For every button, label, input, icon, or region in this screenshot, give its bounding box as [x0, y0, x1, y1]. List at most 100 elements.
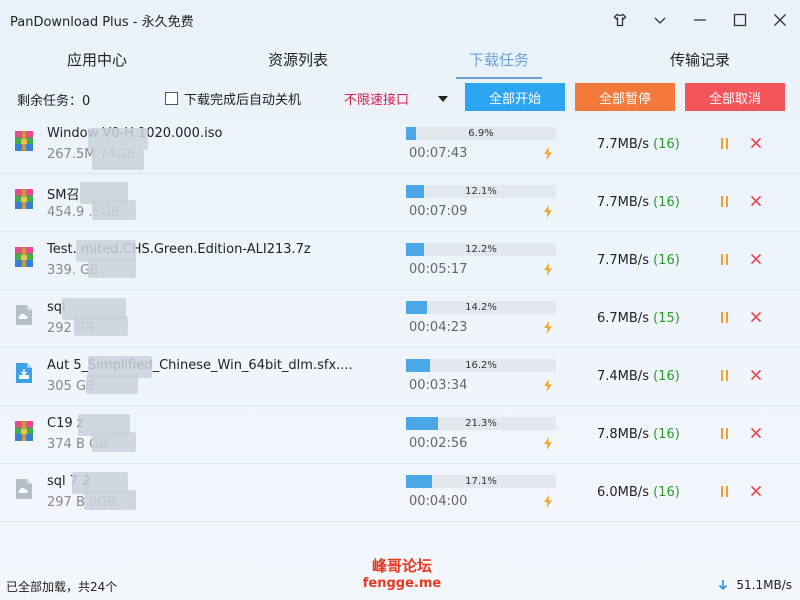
tab-resource-list[interactable]: 资源列表	[258, 44, 338, 78]
task-connections: (16)	[653, 485, 680, 500]
tab-transfer-history[interactable]: 传输记录	[660, 44, 740, 78]
watermark-line2: fengge.me	[362, 576, 442, 591]
pause-icon[interactable]	[721, 138, 731, 149]
tab-app-center[interactable]: 应用中心	[57, 44, 137, 78]
tab-download-tasks[interactable]: 下载任务	[456, 44, 542, 79]
privacy-blur	[88, 258, 136, 278]
load-status: 已全部加载，共24个	[6, 580, 118, 594]
lightning-icon	[544, 263, 552, 276]
installer-file-icon	[14, 362, 34, 384]
task-connections: (16)	[653, 253, 680, 268]
pause-icon[interactable]	[721, 428, 731, 439]
cancel-task-icon[interactable]	[750, 427, 762, 439]
maximize-button[interactable]	[720, 0, 760, 40]
cancel-task-icon[interactable]	[750, 253, 762, 265]
total-speed: 51.1MB/s	[718, 578, 792, 592]
task-progress-percent: 17.1%	[465, 476, 497, 487]
task-speed: 6.0MB/s (16)	[597, 485, 680, 500]
task-speed: 6.7MB/s (15)	[597, 311, 680, 326]
task-remaining-time: 00:02:56	[409, 436, 468, 451]
start-all-button[interactable]: 全部开始	[465, 83, 565, 111]
pause-icon[interactable]	[721, 486, 731, 497]
cancel-task-icon[interactable]	[750, 311, 762, 323]
task-connections: (16)	[653, 195, 680, 210]
auto-shutdown-checkbox[interactable]	[165, 92, 178, 105]
task-progress-percent: 12.1%	[465, 186, 497, 197]
winrar-archive-icon	[14, 130, 34, 152]
privacy-blur	[92, 200, 136, 220]
remaining-tasks: 剩余任务：0	[17, 94, 91, 109]
privacy-blur	[84, 490, 136, 510]
task-file-name: SM召	[47, 188, 80, 203]
download-arrow-icon	[719, 580, 728, 591]
task-progress-percent: 16.2%	[465, 360, 497, 371]
menu-button[interactable]	[640, 0, 680, 40]
task-progress-percent: 21.3%	[465, 418, 497, 429]
cancel-all-button[interactable]: 全部取消	[685, 83, 785, 111]
task-speed-value: 7.7MB/s	[597, 137, 649, 152]
task-connections: (15)	[653, 311, 680, 326]
task-remaining-time: 00:07:43	[409, 146, 468, 161]
task-speed-value: 7.8MB/s	[597, 427, 649, 442]
pause-icon[interactable]	[721, 312, 731, 323]
task-progress-percent: 12.2%	[465, 244, 497, 255]
cancel-task-icon[interactable]	[750, 137, 762, 149]
lightning-icon	[544, 147, 552, 160]
cancel-task-icon[interactable]	[750, 195, 762, 207]
watermark: 峰哥论坛 fengge.me	[362, 558, 442, 592]
lightning-icon	[544, 205, 552, 218]
task-speed: 7.4MB/s (16)	[597, 369, 680, 384]
winrar-archive-icon	[14, 420, 34, 442]
lightning-icon	[544, 321, 552, 334]
pause-all-button[interactable]: 全部暂停	[575, 83, 675, 111]
privacy-blur	[86, 374, 138, 394]
task-remaining-time: 00:07:09	[409, 204, 468, 219]
pause-icon[interactable]	[721, 196, 731, 207]
minimize-button[interactable]	[680, 0, 720, 40]
cancel-task-icon[interactable]	[750, 369, 762, 381]
task-progress-percent: 6.9%	[468, 128, 494, 139]
task-remaining-time: 00:04:00	[409, 494, 468, 509]
privacy-blur	[92, 432, 136, 452]
pause-icon[interactable]	[721, 254, 731, 265]
shirt-icon	[613, 13, 627, 27]
task-speed-value: 7.7MB/s	[597, 253, 649, 268]
winrar-archive-icon	[14, 188, 34, 210]
lightning-icon	[544, 437, 552, 450]
task-speed: 7.7MB/s (16)	[597, 253, 680, 268]
title-bar: PanDownload Plus - 永久免费	[0, 0, 800, 40]
speed-interface-select[interactable]: 不限速接口	[344, 89, 448, 108]
app-title: PanDownload Plus - 永久免费	[10, 15, 194, 30]
task-connections: (16)	[653, 427, 680, 442]
cloud-file-icon	[14, 304, 34, 326]
skin-button[interactable]	[600, 0, 640, 40]
privacy-blur	[88, 128, 148, 150]
lightning-icon	[544, 379, 552, 392]
task-connections: (16)	[653, 137, 680, 152]
cloud-file-icon	[14, 478, 34, 500]
total-speed-value: 51.1MB/s	[736, 578, 792, 592]
auto-shutdown-label: 下载完成后自动关机	[184, 93, 302, 108]
chevron-down-icon	[654, 17, 666, 24]
main-tabs: 应用中心 资源列表 下载任务 传输记录	[0, 44, 800, 79]
auto-shutdown-option[interactable]: 下载完成后自动关机	[165, 89, 301, 108]
task-speed-value: 6.0MB/s	[597, 485, 649, 500]
pause-icon[interactable]	[721, 370, 731, 381]
task-speed: 7.7MB/s (16)	[597, 137, 680, 152]
privacy-blur	[74, 316, 128, 336]
task-progress-percent: 14.2%	[465, 302, 497, 313]
task-speed: 7.7MB/s (16)	[597, 195, 680, 210]
winrar-archive-icon	[14, 246, 34, 268]
task-speed-value: 7.7MB/s	[597, 195, 649, 210]
minimize-icon	[694, 19, 706, 21]
cancel-task-icon[interactable]	[750, 485, 762, 497]
close-button[interactable]	[760, 0, 800, 40]
task-remaining-time: 00:03:34	[409, 378, 468, 393]
task-speed: 7.8MB/s (16)	[597, 427, 680, 442]
close-icon	[774, 14, 786, 26]
speed-interface-value: 不限速接口	[344, 93, 410, 108]
task-remaining-time: 00:05:17	[409, 262, 468, 277]
caret-down-icon	[438, 95, 448, 102]
window-controls	[600, 0, 800, 40]
lightning-icon	[544, 495, 552, 508]
